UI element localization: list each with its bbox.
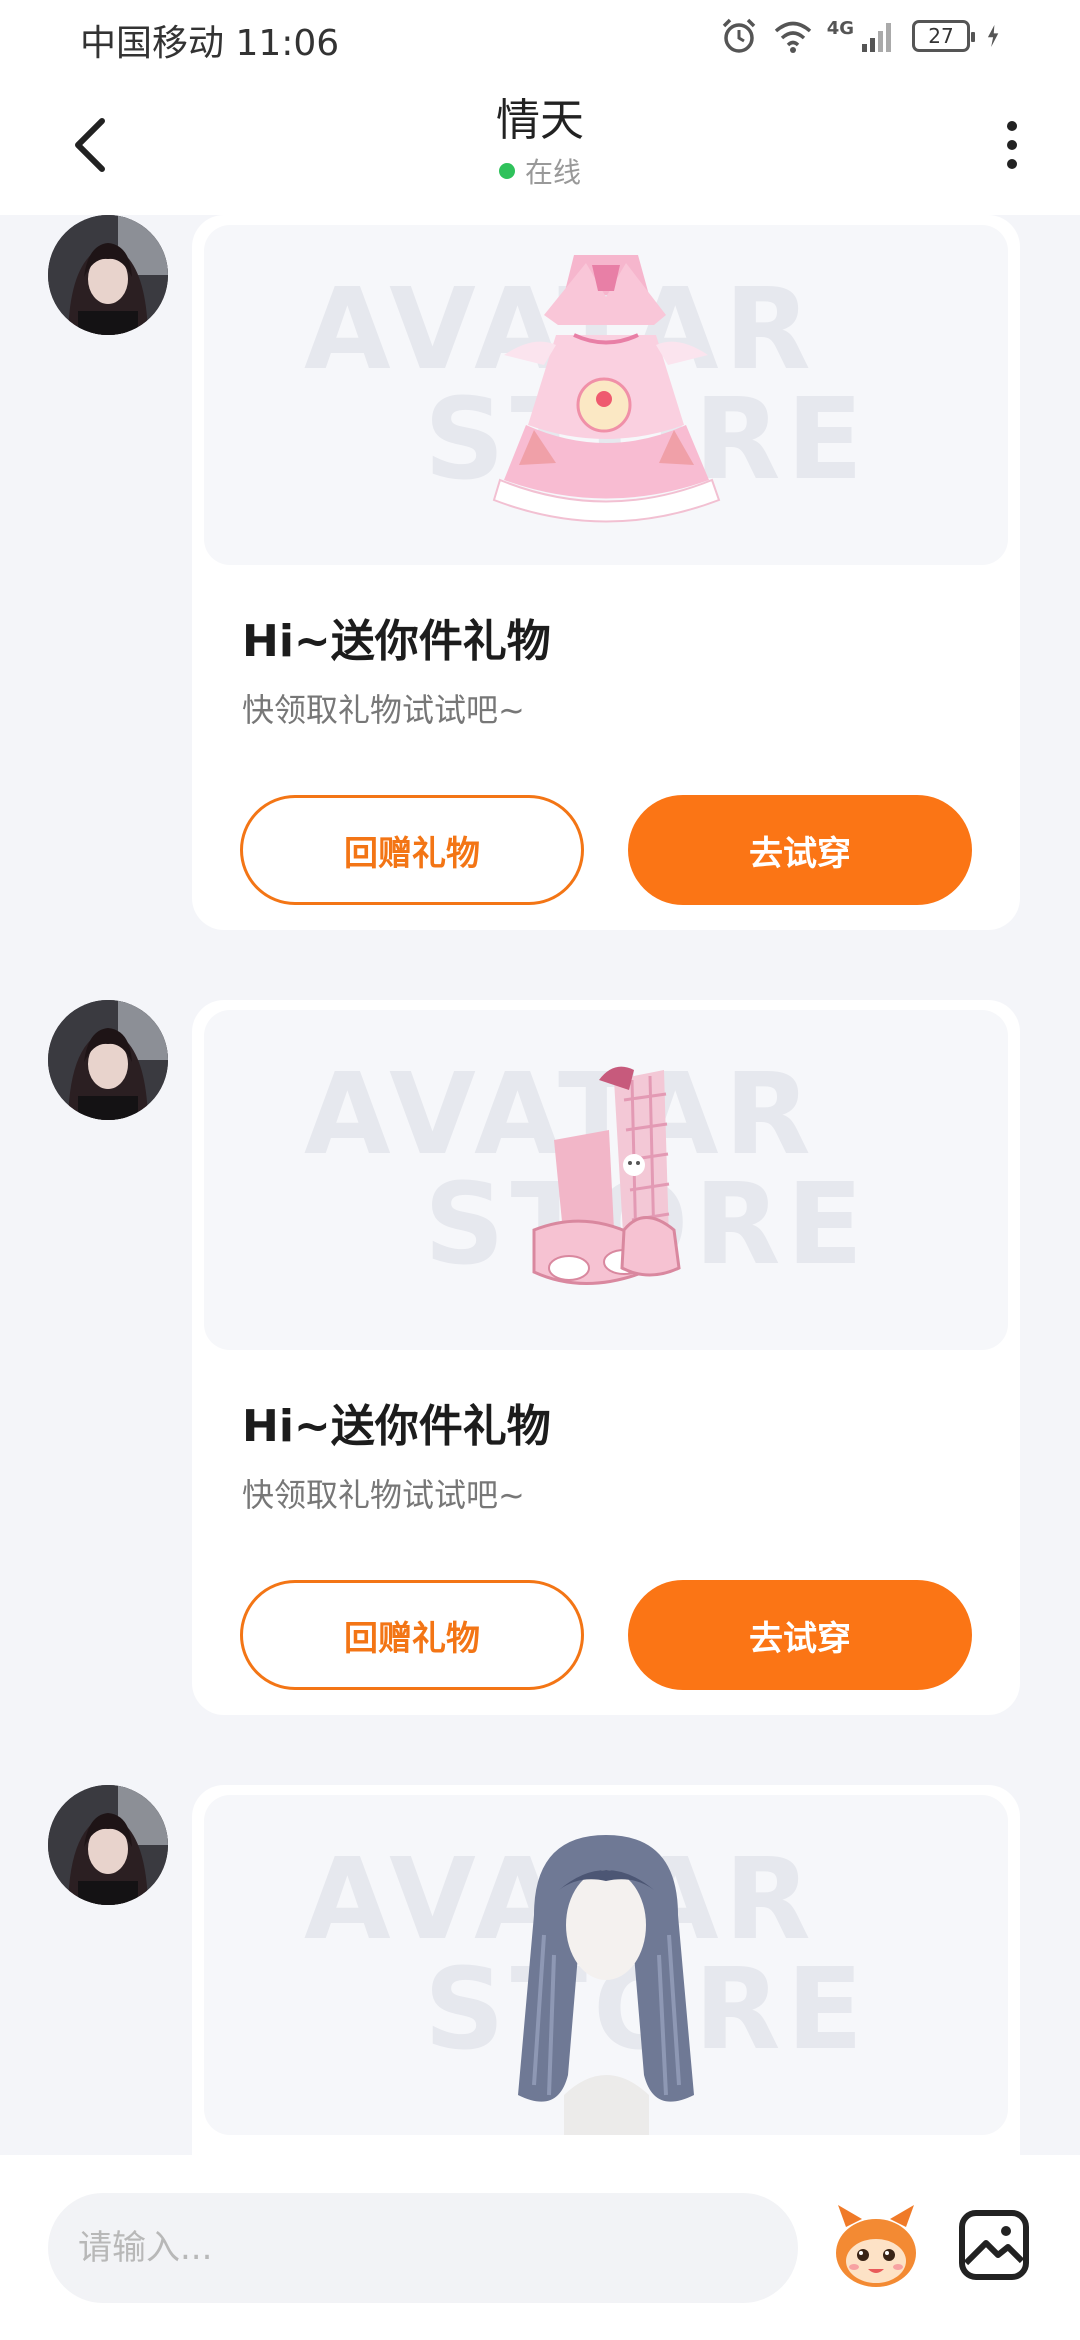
message-input[interactable] (48, 2193, 798, 2303)
top-bar: 中国移动 11:06 4G 27 情天 在线 (0, 0, 1080, 215)
return-gift-button[interactable]: 回赠礼物 (240, 1580, 584, 1690)
gift-image[interactable]: AVATAR STORE (204, 1795, 1008, 2135)
signal-icon (862, 23, 891, 52)
status-bar: 中国移动 11:06 4G 27 (0, 0, 1080, 75)
pink-boots-illustration (532, 1066, 681, 1285)
title-block: 情天 在线 (340, 95, 740, 191)
gift-card: AVATAR STORE (192, 215, 1020, 930)
gift-image[interactable]: AVATAR STORE (204, 225, 1008, 565)
network-label: 4G (826, 17, 854, 39)
charging-icon (987, 24, 999, 48)
gift-subtitle: 快领取礼物试试吧~ (242, 1476, 525, 1514)
gift-image[interactable]: AVATAR STORE (204, 1010, 1008, 1350)
carrier-time: 中国移动 11:06 (80, 23, 340, 64)
avatar[interactable] (48, 1000, 168, 1120)
gift-card: AVATAR STORE (192, 1000, 1020, 1715)
gift-subtitle: 快领取礼物试试吧~ (242, 691, 525, 729)
image-button[interactable] (956, 2207, 1032, 2283)
gift-title: Hi~送你件礼物 (242, 1401, 551, 1452)
return-gift-button[interactable]: 回赠礼物 (240, 795, 584, 905)
status-icons: 4G 27 (719, 16, 1010, 56)
wifi-icon (774, 21, 811, 53)
contact-name: 情天 (496, 95, 584, 146)
input-bar (0, 2155, 1080, 2340)
avatar-photo (48, 215, 168, 335)
chat-header: 情天 在线 (0, 75, 1080, 215)
avatar-photo (48, 1785, 168, 1905)
online-status: 在线 (340, 151, 740, 191)
pink-dress-illustration (492, 255, 721, 523)
try-on-button[interactable]: 去试穿 (628, 1580, 972, 1690)
online-dot (498, 163, 515, 179)
gift-card: AVATAR STORE (192, 1785, 1020, 2155)
more-vertical-icon (1007, 121, 1017, 131)
avatar-photo (48, 1000, 168, 1120)
message-list[interactable]: AVATAR STORE (0, 215, 1080, 2155)
avatar[interactable] (48, 1785, 168, 1905)
hair-illustration (518, 1835, 694, 2135)
online-status-text: 在线 (524, 156, 581, 189)
back-chevron-icon (75, 118, 105, 172)
alarm-icon (722, 18, 755, 53)
image-icon (959, 2210, 1029, 2280)
back-button[interactable] (60, 113, 120, 177)
avatar[interactable] (48, 215, 168, 335)
more-options-button[interactable] (992, 113, 1032, 177)
emoji-button[interactable] (828, 2197, 924, 2293)
battery-indicator: 27 (912, 20, 975, 52)
try-on-button[interactable]: 去试穿 (628, 795, 972, 905)
emoji-mascot-icon (836, 2205, 916, 2287)
chat-screen: 中国移动 11:06 4G 27 情天 在线 AVATAR Hi~送你件礼物 快… (0, 0, 1080, 2340)
gift-title: Hi~送你件礼物 (242, 616, 551, 667)
